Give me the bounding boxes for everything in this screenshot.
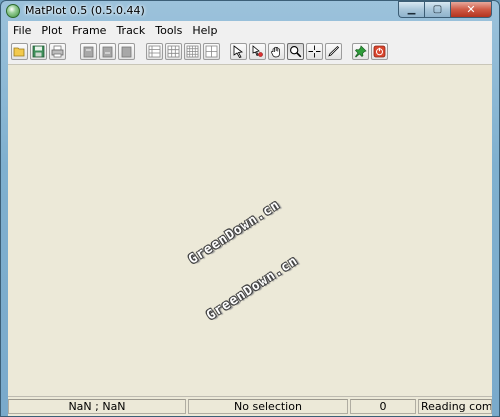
grid-4x4-button[interactable]	[184, 43, 201, 60]
status-selection: No selection	[188, 399, 348, 414]
maximize-icon: ▢	[432, 3, 443, 15]
frame-copy-icon	[102, 46, 113, 58]
status-bar: NaN ; NaN No selection 0 Reading com	[8, 396, 492, 416]
menu-track[interactable]: Track	[111, 21, 150, 40]
zoom-icon	[290, 46, 302, 58]
save-icon	[32, 45, 45, 58]
menu-file[interactable]: File	[8, 21, 36, 40]
open-folder-icon	[13, 47, 25, 57]
plot-canvas[interactable]: GreenDown.cn GreenDown.cn	[8, 65, 492, 397]
status-count: 0	[350, 399, 416, 414]
maximize-button[interactable]: ▢	[424, 1, 450, 18]
toolbar	[8, 40, 492, 65]
zoom-button[interactable]	[287, 43, 304, 60]
crosshair-button[interactable]	[306, 43, 323, 60]
client-area: File Plot Frame Track Tools Help GreenDo…	[8, 21, 492, 416]
status-coordinates: NaN ; NaN	[8, 399, 186, 414]
close-icon: ✕	[466, 3, 476, 16]
minimize-icon: ▁	[407, 3, 416, 15]
draw-pen-icon	[328, 45, 340, 57]
frame-copy-button[interactable]	[99, 43, 116, 60]
pan-button[interactable]	[268, 43, 285, 60]
stop-icon	[373, 45, 386, 58]
title-bar[interactable]: MatPlot 0.5 (0.5.0.44) ▁ ▢ ✕	[1, 1, 499, 21]
stop-button[interactable]	[371, 43, 388, 60]
open-button[interactable]	[11, 43, 28, 60]
draw-button[interactable]	[325, 43, 342, 60]
layout-list-button[interactable]	[146, 43, 163, 60]
grid-2x2-button[interactable]	[203, 43, 220, 60]
pin-icon	[355, 45, 367, 58]
menu-tools[interactable]: Tools	[150, 21, 187, 40]
menu-bar: File Plot Frame Track Tools Help	[8, 21, 492, 41]
grid-2x2-icon	[205, 45, 218, 58]
frame-add-button[interactable]	[80, 43, 97, 60]
grid-3x3-icon	[167, 45, 180, 58]
select-button[interactable]	[230, 43, 247, 60]
watermark-text: GreenDown.cn	[186, 197, 284, 268]
select-arrow-icon	[233, 45, 244, 58]
print-button[interactable]	[49, 43, 66, 60]
window-title: MatPlot 0.5 (0.5.0.44)	[25, 4, 145, 17]
layout-list-icon	[148, 45, 161, 58]
menu-plot[interactable]: Plot	[36, 21, 67, 40]
menu-frame[interactable]: Frame	[67, 21, 111, 40]
grid-3x3-button[interactable]	[165, 43, 182, 60]
frame-delete-button[interactable]	[118, 43, 135, 60]
frame-add-icon	[83, 46, 94, 58]
window-controls: ▁ ▢ ✕	[398, 1, 492, 19]
pin-button[interactable]	[352, 43, 369, 60]
pick-button[interactable]	[249, 43, 266, 60]
pointer-pick-icon	[252, 45, 263, 57]
print-icon	[51, 45, 64, 58]
pan-hand-icon	[271, 46, 280, 58]
grid-4x4-icon	[186, 45, 199, 58]
close-button[interactable]: ✕	[450, 1, 492, 18]
menu-help[interactable]: Help	[187, 21, 222, 40]
app-window: MatPlot 0.5 (0.5.0.44) ▁ ▢ ✕ File Plot F…	[0, 0, 500, 417]
status-message: Reading com	[418, 399, 492, 414]
save-button[interactable]	[30, 43, 47, 60]
minimize-button[interactable]: ▁	[398, 1, 424, 18]
crosshair-icon	[308, 45, 321, 58]
watermark-text: GreenDown.cn	[204, 253, 302, 324]
app-icon[interactable]	[6, 4, 20, 18]
frame-delete-icon	[121, 46, 132, 58]
